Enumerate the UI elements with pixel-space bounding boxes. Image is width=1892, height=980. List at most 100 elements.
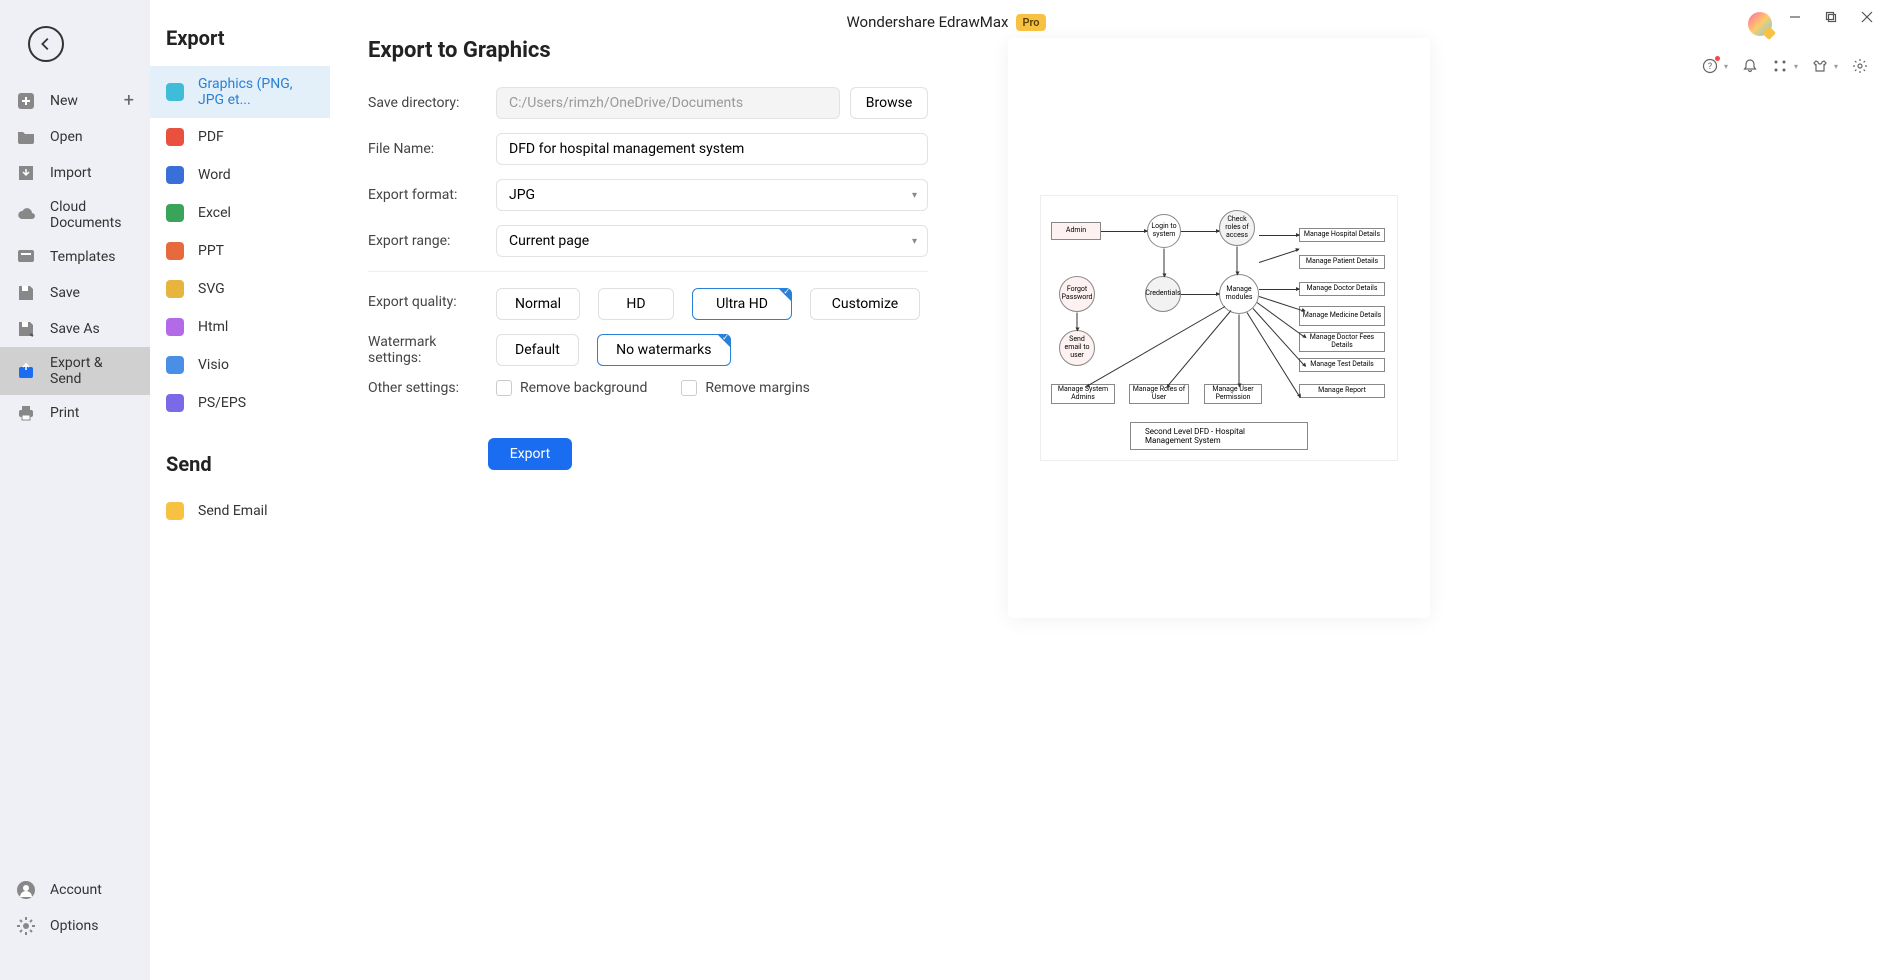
range-label: Export range: bbox=[368, 233, 486, 249]
maximize-button[interactable] bbox=[1824, 10, 1838, 24]
format-label: Export format: bbox=[368, 187, 486, 203]
gear-icon bbox=[16, 916, 36, 936]
save-dir-input bbox=[496, 87, 840, 119]
export-ppt[interactable]: PPT bbox=[150, 232, 330, 270]
new-plus-icon[interactable]: + bbox=[124, 90, 134, 111]
nav-account[interactable]: Account bbox=[0, 872, 150, 908]
nav-options-label: Options bbox=[50, 918, 98, 934]
export-pdf[interactable]: PDF bbox=[150, 118, 330, 156]
back-button[interactable] bbox=[28, 26, 64, 62]
close-button[interactable] bbox=[1860, 10, 1874, 24]
svg-format-icon bbox=[166, 280, 184, 298]
pv-b2: Manage Roles of User bbox=[1129, 384, 1189, 404]
help-dropdown-caret[interactable]: ▾ bbox=[1724, 62, 1728, 71]
bell-icon[interactable] bbox=[1742, 58, 1758, 74]
nav-import[interactable]: Import bbox=[0, 155, 150, 191]
watermark-default[interactable]: Default bbox=[496, 334, 579, 366]
quality-hd[interactable]: HD bbox=[598, 288, 674, 320]
nav-templates[interactable]: Templates bbox=[0, 239, 150, 275]
remove-bg-checkbox[interactable]: Remove background bbox=[496, 380, 647, 396]
email-format-icon bbox=[166, 502, 184, 520]
pdf-format-icon bbox=[166, 128, 184, 146]
nav-open[interactable]: Open bbox=[0, 119, 150, 155]
tshirt-dropdown-caret[interactable]: ▾ bbox=[1834, 62, 1838, 71]
nav-print[interactable]: Print bbox=[0, 395, 150, 431]
export-visio-label: Visio bbox=[198, 357, 229, 373]
format-select[interactable]: JPG bbox=[496, 179, 928, 211]
quality-customize[interactable]: Customize bbox=[810, 288, 920, 320]
print-icon bbox=[16, 403, 36, 423]
pv-r5: Manage Doctor Fees Details bbox=[1299, 332, 1385, 352]
minimize-button[interactable] bbox=[1788, 10, 1802, 24]
page-title: Export to Graphics bbox=[368, 38, 928, 63]
quality-label: Export quality: bbox=[368, 288, 486, 310]
checkbox-icon bbox=[681, 380, 697, 396]
range-select[interactable]: Current page bbox=[496, 225, 928, 257]
nav-save[interactable]: Save bbox=[0, 275, 150, 311]
export-icon bbox=[16, 361, 36, 381]
save-icon bbox=[16, 283, 36, 303]
keyboard-dropdown-caret[interactable]: ▾ bbox=[1794, 62, 1798, 71]
export-svg[interactable]: SVG bbox=[150, 270, 330, 308]
watermark-none[interactable]: No watermarks bbox=[597, 334, 731, 366]
export-pseps-label: PS/EPS bbox=[198, 395, 246, 411]
html-format-icon bbox=[166, 318, 184, 336]
tshirt-icon[interactable] bbox=[1812, 58, 1828, 74]
export-html-label: Html bbox=[198, 319, 228, 335]
user-icon bbox=[16, 880, 36, 900]
pv-r4: Manage Medicine Details bbox=[1299, 306, 1385, 326]
export-button[interactable]: Export bbox=[488, 438, 572, 470]
file-name-label: File Name: bbox=[368, 141, 486, 157]
export-graphics[interactable]: Graphics (PNG, JPG et... bbox=[150, 66, 330, 118]
nav-new[interactable]: New + bbox=[0, 82, 150, 119]
import-icon bbox=[16, 163, 36, 183]
export-word-label: Word bbox=[198, 167, 231, 183]
gear-icon[interactable] bbox=[1852, 58, 1868, 74]
send-heading: Send bbox=[150, 442, 330, 492]
nav-open-label: Open bbox=[50, 129, 83, 145]
watermark-label: Watermark settings: bbox=[368, 334, 486, 366]
help-icon[interactable]: ? bbox=[1702, 58, 1718, 74]
export-excel[interactable]: Excel bbox=[150, 194, 330, 232]
export-html[interactable]: Html bbox=[150, 308, 330, 346]
remove-margins-label: Remove margins bbox=[705, 380, 810, 396]
nav-export-send[interactable]: Export & Send bbox=[0, 347, 150, 395]
nav-cloud-label: Cloud Documents bbox=[50, 199, 134, 231]
svg-text:?: ? bbox=[1708, 62, 1712, 72]
quality-ultrahd[interactable]: Ultra HD bbox=[692, 288, 792, 320]
export-word[interactable]: Word bbox=[150, 156, 330, 194]
export-visio[interactable]: Visio bbox=[150, 346, 330, 384]
export-pseps[interactable]: PS/EPS bbox=[150, 384, 330, 422]
pv-b1: Manage System Admins bbox=[1051, 384, 1115, 404]
remove-bg-label: Remove background bbox=[520, 380, 647, 396]
keyboard-icon[interactable] bbox=[1772, 58, 1788, 74]
ppt-format-icon bbox=[166, 242, 184, 260]
nav-saveas-label: Save As bbox=[50, 321, 100, 337]
nav-options[interactable]: Options bbox=[0, 908, 150, 944]
visio-format-icon bbox=[166, 356, 184, 374]
templates-icon bbox=[16, 247, 36, 267]
pv-r7: Manage Report bbox=[1299, 384, 1385, 398]
nav-save-label: Save bbox=[50, 285, 80, 301]
pv-login: Login to system bbox=[1147, 214, 1181, 248]
folder-icon bbox=[16, 127, 36, 147]
nav-saveas[interactable]: Save As bbox=[0, 311, 150, 347]
export-excel-label: Excel bbox=[198, 205, 231, 221]
avatar[interactable] bbox=[1748, 12, 1772, 36]
format-value: JPG bbox=[509, 187, 535, 203]
nav-cloud[interactable]: Cloud Documents bbox=[0, 191, 150, 239]
pro-badge: Pro bbox=[1016, 14, 1045, 31]
range-value: Current page bbox=[509, 233, 589, 249]
pv-r2: Manage Patient Details bbox=[1299, 255, 1385, 269]
send-email[interactable]: Send Email bbox=[150, 492, 330, 530]
quality-normal[interactable]: Normal bbox=[496, 288, 580, 320]
graphics-format-icon bbox=[166, 83, 184, 101]
pv-sendmail: Send email to user bbox=[1059, 330, 1095, 366]
export-heading: Export bbox=[150, 16, 330, 66]
nav-import-label: Import bbox=[50, 165, 92, 181]
browse-button[interactable]: Browse bbox=[850, 87, 928, 119]
export-ppt-label: PPT bbox=[198, 243, 224, 259]
remove-margins-checkbox[interactable]: Remove margins bbox=[681, 380, 810, 396]
file-name-input[interactable] bbox=[496, 133, 928, 165]
pv-b3: Manage User Permission bbox=[1204, 384, 1262, 404]
